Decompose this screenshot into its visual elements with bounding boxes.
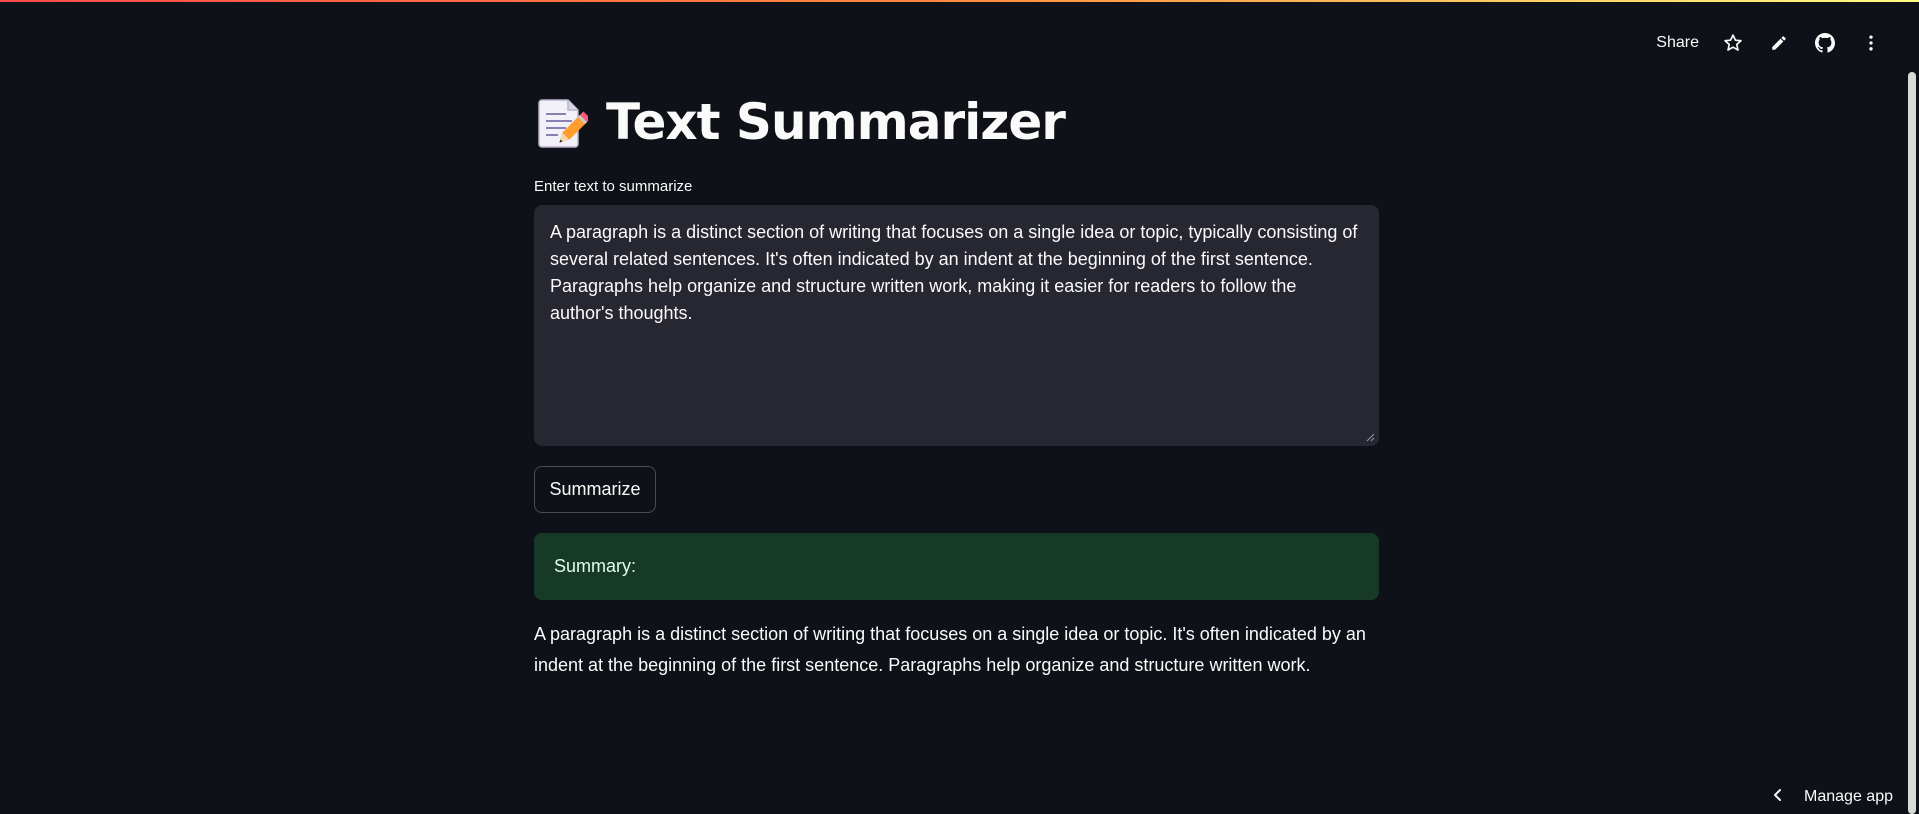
page-title-text: Text Summarizer <box>606 93 1066 151</box>
page-scrollbar[interactable] <box>1908 72 1916 814</box>
share-button[interactable]: Share <box>1656 34 1699 52</box>
summary-success-label: Summary: <box>554 556 637 576</box>
top-decoration-bar <box>0 0 1919 2</box>
pencil-icon[interactable] <box>1767 31 1791 55</box>
app-toolbar: Share <box>1656 28 1883 58</box>
page-title: Text Summarizer <box>534 86 1379 158</box>
memo-icon <box>534 94 590 150</box>
resize-handle-icon[interactable] <box>1365 432 1375 442</box>
summary-success-alert: Summary: <box>534 533 1379 600</box>
text-input-area[interactable]: A paragraph is a distinct section of wri… <box>534 205 1379 446</box>
text-input-label: Enter text to summarize <box>534 178 693 195</box>
summary-output-text: A paragraph is a distinct section of wri… <box>534 624 1366 675</box>
github-icon[interactable] <box>1813 31 1837 55</box>
main-content: Text Summarizer Enter text to summarize … <box>534 86 1379 681</box>
summarize-button[interactable]: Summarize <box>534 466 656 513</box>
manage-app-button[interactable]: Manage app <box>1772 780 1893 814</box>
text-input-value[interactable]: A paragraph is a distinct section of wri… <box>534 205 1379 446</box>
star-icon[interactable] <box>1721 31 1745 55</box>
more-vertical-icon[interactable] <box>1859 31 1883 55</box>
manage-app-label: Manage app <box>1804 788 1893 805</box>
chevron-left-icon <box>1772 788 1784 807</box>
